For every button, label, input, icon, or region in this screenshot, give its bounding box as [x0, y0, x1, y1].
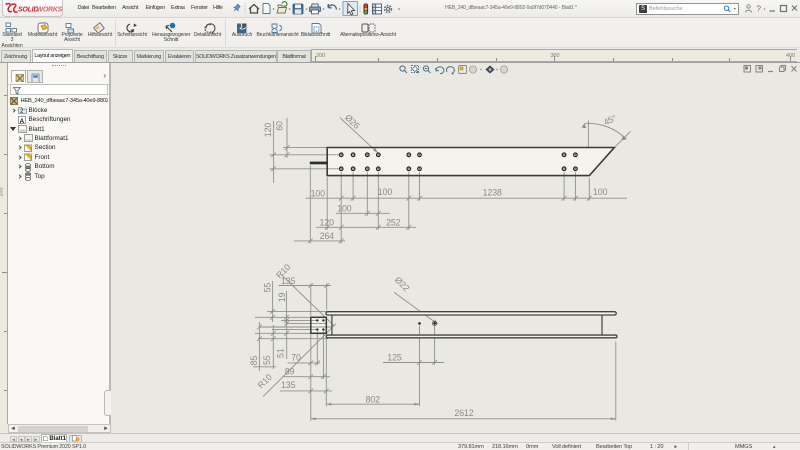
svg-text:60: 60: [275, 121, 285, 131]
svg-text:1238: 1238: [483, 188, 502, 198]
svg-text:A: A: [20, 117, 25, 123]
svg-text:264: 264: [320, 231, 335, 241]
svg-text:Ø26: Ø26: [343, 112, 362, 131]
svg-text:R10: R10: [256, 372, 274, 390]
svg-text:2612: 2612: [454, 408, 473, 418]
svg-text:100: 100: [593, 187, 608, 197]
svg-text:100: 100: [311, 189, 326, 199]
svg-text:51: 51: [275, 348, 285, 358]
svg-text:45°: 45°: [602, 113, 618, 128]
svg-text:?: ?: [757, 5, 762, 14]
svg-text:Ø22: Ø22: [393, 275, 412, 294]
svg-text:70: 70: [291, 353, 301, 363]
svg-text:89: 89: [285, 367, 295, 377]
svg-text:19: 19: [277, 292, 287, 302]
svg-text:125: 125: [387, 352, 402, 362]
svg-text:85: 85: [249, 356, 259, 366]
svg-text:100: 100: [378, 187, 393, 197]
svg-text:WORKS: WORKS: [37, 6, 63, 13]
svg-text:SOLID: SOLID: [18, 6, 38, 13]
svg-text:55: 55: [262, 355, 272, 365]
svg-text:252: 252: [386, 218, 401, 228]
svg-text:55: 55: [263, 283, 273, 293]
svg-text:120: 120: [320, 218, 335, 228]
svg-text:100: 100: [337, 204, 352, 214]
svg-text:120: 120: [263, 123, 273, 138]
svg-text:802: 802: [366, 395, 381, 405]
svg-text:135: 135: [281, 380, 296, 390]
